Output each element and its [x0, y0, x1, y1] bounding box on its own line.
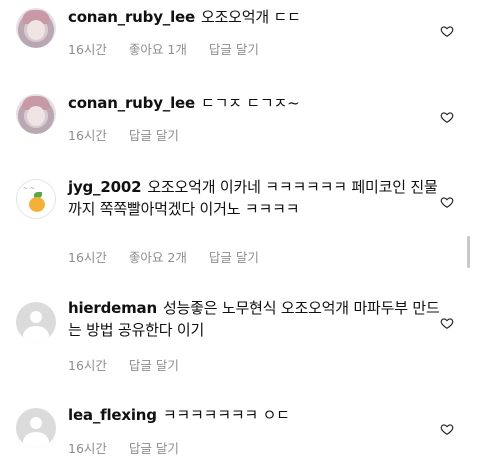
avatar-body [23, 326, 49, 342]
default-avatar-icon[interactable] [16, 302, 56, 342]
comment-meta: 16시간 답글 달기 [68, 125, 179, 144]
comment-time: 16시간 [68, 42, 107, 57]
user-avatar[interactable]: ~ ~ [16, 179, 56, 219]
comment-username[interactable]: conan_ruby_lee [68, 94, 195, 112]
comment-username[interactable]: hierdeman [68, 299, 157, 317]
avatar-fruit [29, 197, 45, 212]
comment-likes[interactable]: 좋아요 1개 [129, 39, 187, 58]
comment-text: ㅋㅋㅋㅋㅋㅋㅋ ㅇㄷ [162, 406, 290, 424]
comment-body: conan_ruby_lee 오조오억개 ㄷㄷ [68, 6, 440, 28]
comment-meta: 16시간 답글 달기 [68, 438, 179, 457]
comment-body: lea_flexing ㅋㅋㅋㅋㅋㅋㅋ ㅇㄷ [68, 404, 440, 426]
reply-button[interactable]: 답글 달기 [129, 355, 179, 374]
comment-time: 16시간 [68, 250, 107, 265]
comment-username[interactable]: jyg_2002 [68, 178, 142, 196]
user-avatar[interactable] [16, 94, 56, 134]
comment-time: 16시간 [68, 128, 107, 143]
heart-icon[interactable] [440, 422, 454, 436]
comment-text: 오조오억개 ㄷㄷ [200, 8, 301, 26]
comment-meta: 16시간 좋아요 2개 답글 달기 [68, 247, 259, 266]
comment-username[interactable]: conan_ruby_lee [68, 8, 195, 26]
avatar-head [30, 417, 42, 429]
comment-text: ㄷㄱㅈ ㄷㄱㅈ~ [200, 94, 300, 112]
heart-icon[interactable] [440, 316, 454, 330]
comment-meta: 16시간 답글 달기 [68, 355, 179, 374]
avatar-body [23, 432, 49, 448]
avatar-head [30, 311, 42, 323]
reply-button[interactable]: 답글 달기 [209, 247, 259, 266]
comment-likes[interactable]: 좋아요 2개 [129, 247, 187, 266]
reply-button[interactable]: 답글 달기 [129, 125, 179, 144]
avatar-face [27, 106, 45, 126]
heart-icon[interactable] [440, 195, 454, 209]
user-avatar[interactable] [16, 8, 56, 48]
heart-icon[interactable] [440, 110, 454, 124]
comment-body: hierdeman 성능좋은 노무현식 오조오억개 마파두부 만드는 방법 공유한… [68, 297, 440, 341]
comment-time: 16시간 [68, 358, 107, 373]
avatar-face [27, 20, 45, 40]
heart-icon[interactable] [440, 24, 454, 38]
comment-username[interactable]: lea_flexing [68, 406, 157, 424]
avatar-scribble: ~ ~ [23, 185, 35, 192]
reply-button[interactable]: 답글 달기 [129, 438, 179, 457]
comment-body: conan_ruby_lee ㄷㄱㅈ ㄷㄱㅈ~ [68, 92, 440, 114]
reply-button[interactable]: 답글 달기 [209, 39, 259, 58]
comment-body: jyg_2002 오조오억개 이카네 ㅋㅋㅋㅋㅋㅋ 페미코인 진물까지 쪽쪽빨아먹… [68, 176, 440, 220]
comment-time: 16시간 [68, 441, 107, 456]
default-avatar-icon[interactable] [16, 408, 56, 448]
comment-meta: 16시간 좋아요 1개 답글 달기 [68, 39, 259, 58]
scrollbar[interactable] [467, 236, 470, 268]
